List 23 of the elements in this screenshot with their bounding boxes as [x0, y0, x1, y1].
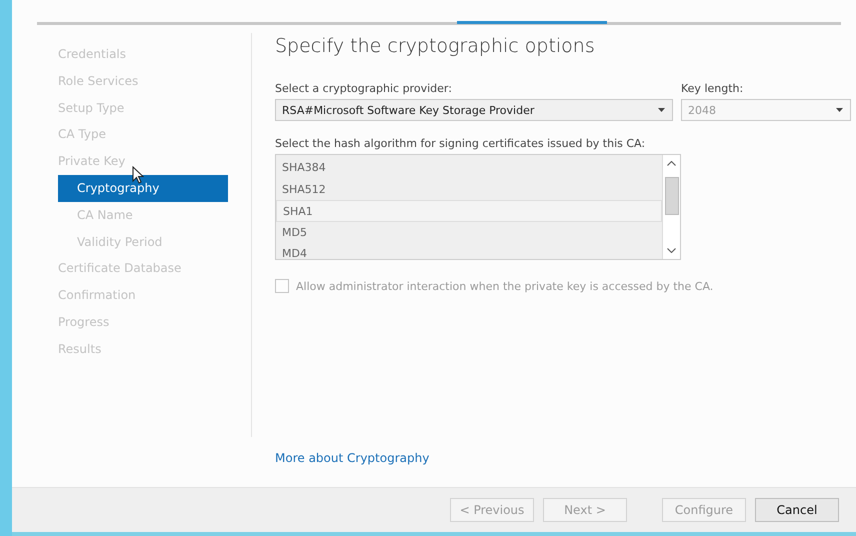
- more-link[interactable]: More about Cryptography: [275, 451, 430, 465]
- wizard-button[interactable]: Cancel: [755, 498, 839, 522]
- nav-item[interactable]: Certificate Database: [58, 255, 228, 282]
- mouse-cursor-icon: [132, 166, 144, 184]
- field-label: Select the hash algorithm for signing certificates issued by this CA:: [275, 137, 646, 150]
- nav-item[interactable]: Private Key: [58, 148, 228, 175]
- nav-item[interactable]: CA Name: [58, 202, 228, 229]
- caret-icon: [658, 108, 665, 112]
- nav-item[interactable]: Results: [58, 336, 228, 363]
- nav-item[interactable]: Role Services: [58, 68, 228, 95]
- nav-item[interactable]: Progress: [58, 308, 228, 336]
- provider-dropdown[interactable]: RSA#Microsoft Software Key Storage Provider: [275, 99, 673, 121]
- page-title: Specify the cryptographic options: [275, 35, 596, 57]
- caret-icon: [836, 108, 843, 112]
- checkbox-label: Allow administrator interaction when the private key is accessed by the CA.: [296, 280, 714, 292]
- nav-item[interactable]: Cryptography: [58, 174, 228, 202]
- field-label: Key length:: [681, 82, 744, 95]
- nav-item[interactable]: CA Type: [58, 121, 228, 148]
- nav-item[interactable]: Confirmation: [58, 282, 228, 309]
- nav-item[interactable]: Setup Type: [58, 94, 228, 122]
- field-label: Select a cryptographic provider:: [275, 82, 453, 95]
- nav-item[interactable]: Credentials: [58, 41, 228, 68]
- nav-item[interactable]: Validity Period: [58, 228, 228, 256]
